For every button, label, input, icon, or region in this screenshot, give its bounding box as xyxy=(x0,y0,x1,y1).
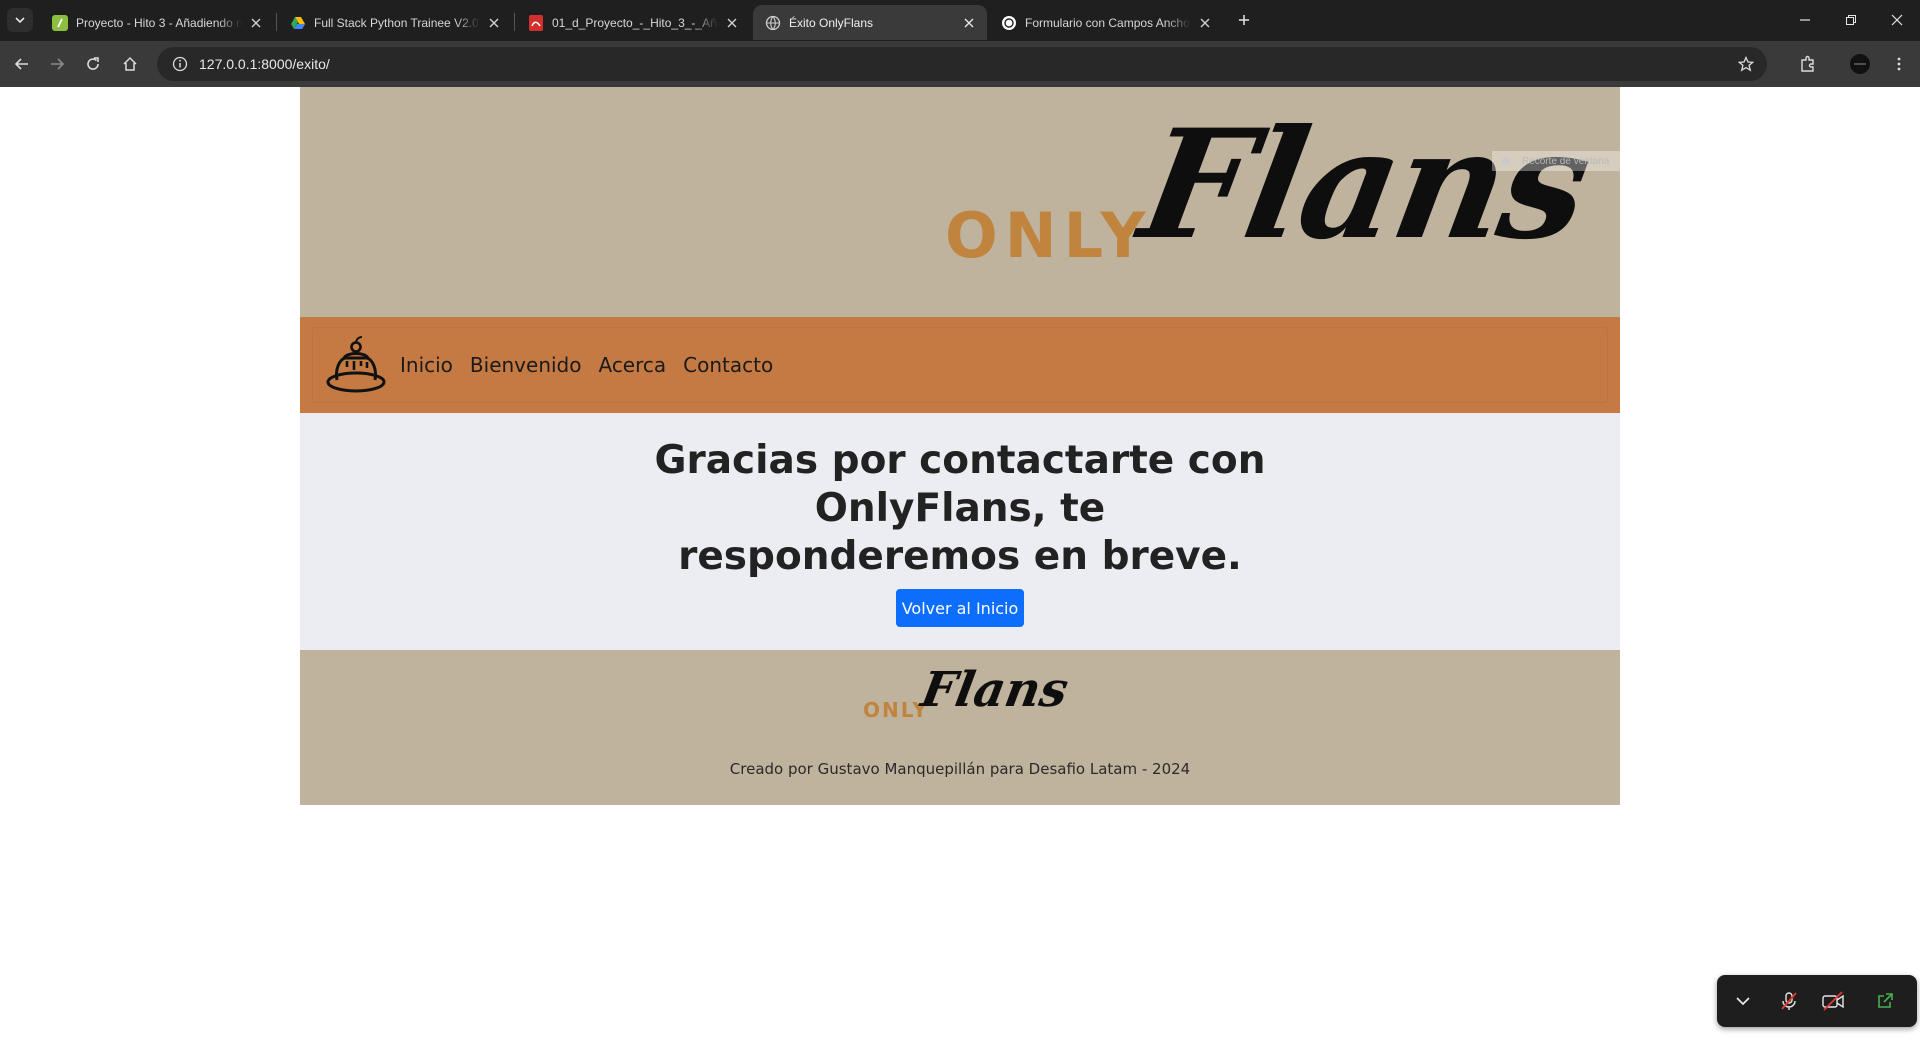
address-bar[interactable]: 127.0.0.1:8000/exito/ xyxy=(157,47,1767,81)
browser-toolbar: 127.0.0.1:8000/exito/ xyxy=(0,41,1920,87)
nav-link-acerca[interactable]: Acerca xyxy=(598,353,666,377)
tab-proyecto[interactable]: Proyecto - Hito 3 - Añadiendo m xyxy=(40,5,274,40)
tab-fullstack[interactable]: Full Stack Python Trainee V2.0 G xyxy=(278,5,512,40)
drive-icon xyxy=(290,15,306,31)
nav-link-bienvenido[interactable]: Bienvenido xyxy=(470,353,582,377)
site-info-icon[interactable] xyxy=(165,49,195,79)
minimize-icon xyxy=(1800,19,1810,21)
arrow-left-icon xyxy=(14,58,28,70)
tab-title: Full Stack Python Trainee V2.0 G xyxy=(314,15,480,30)
restore-button[interactable] xyxy=(1828,0,1874,40)
forward-button[interactable] xyxy=(44,51,70,77)
mute-mic-button[interactable] xyxy=(1775,987,1803,1015)
record-dot-icon xyxy=(1502,157,1510,165)
tab-separator xyxy=(276,13,277,31)
puzzle-icon xyxy=(1801,55,1814,72)
navbar: Inicio Bienvenido Acerca Contacto xyxy=(300,317,1620,413)
profile-avatar[interactable] xyxy=(1847,51,1873,77)
nav-links: Inicio Bienvenido Acerca Contacto xyxy=(400,353,790,377)
chatgpt-icon xyxy=(1001,15,1017,31)
close-icon[interactable] xyxy=(248,15,264,31)
flan-logo-icon[interactable] xyxy=(324,333,388,397)
main-content: Gracias por contactarte con OnlyFlans, t… xyxy=(300,413,1620,650)
nav-link-contacto[interactable]: Contacto xyxy=(683,353,773,377)
tab-exito-onlyflans[interactable]: Éxito OnlyFlans xyxy=(753,5,987,40)
call-controls-bar xyxy=(1717,975,1917,1027)
tab-strip: Proyecto - Hito 3 - Añadiendo m Full Sta… xyxy=(0,0,1920,41)
logo-flans-text: Flans xyxy=(1129,97,1600,273)
tab-title: Formulario con Campos Ancho xyxy=(1025,15,1190,30)
camera-off-button[interactable] xyxy=(1819,987,1847,1015)
camera-off-icon xyxy=(1822,991,1844,1011)
plus-icon xyxy=(1239,15,1249,25)
external-link-icon xyxy=(1878,993,1893,1008)
restore-icon xyxy=(1846,15,1856,25)
project-icon xyxy=(52,14,68,31)
browser-menu-button[interactable] xyxy=(1886,51,1912,77)
collapse-button[interactable] xyxy=(1729,987,1757,1015)
tab-separator xyxy=(514,13,515,31)
arrow-right-icon xyxy=(51,58,65,70)
logo-only-text: ONLY xyxy=(945,199,1153,272)
footer-credit: Creado por Gustavo Manquepillán para Des… xyxy=(729,760,1191,778)
extensions-button[interactable] xyxy=(1795,51,1821,77)
page-container: ONLY Flans Inicio Bienvenido Acerca Cont… xyxy=(300,87,1620,805)
success-message: Gracias por contactarte con OnlyFlans, t… xyxy=(654,438,1266,579)
back-button[interactable] xyxy=(9,51,35,77)
close-icon[interactable] xyxy=(961,15,977,31)
home-button[interactable] xyxy=(117,51,143,77)
window-snip-label: Recorte de ventana xyxy=(1522,155,1610,167)
home-icon xyxy=(123,56,137,71)
tab-search-button[interactable] xyxy=(7,8,33,32)
more-vertical-icon xyxy=(1897,57,1901,71)
globe-icon xyxy=(765,15,781,31)
close-window-button[interactable] xyxy=(1874,0,1920,40)
footer-logo-flans-text: Flans xyxy=(917,662,1073,718)
header-banner: ONLY Flans xyxy=(300,87,1620,317)
tab-pdf[interactable]: 01_d_Proyecto_-_Hito_3_-_Añadi xyxy=(516,5,750,40)
reload-icon xyxy=(87,57,99,70)
pdf-icon xyxy=(528,14,544,31)
chevron-down-icon xyxy=(15,17,25,24)
nav-link-inicio[interactable]: Inicio xyxy=(400,353,453,377)
close-icon[interactable] xyxy=(1197,15,1213,31)
new-tab-button[interactable] xyxy=(1233,9,1255,31)
close-icon[interactable] xyxy=(724,15,740,31)
minimize-button[interactable] xyxy=(1782,0,1828,40)
tab-title: Éxito OnlyFlans xyxy=(789,15,874,30)
window-snip-overlay: Recorte de ventana xyxy=(1492,151,1728,171)
close-icon xyxy=(1891,14,1903,26)
url-text: 127.0.0.1:8000/exito/ xyxy=(199,56,330,72)
bookmark-star-icon[interactable] xyxy=(1733,51,1759,77)
back-home-button[interactable]: Volver al Inicio xyxy=(896,589,1024,627)
open-external-button[interactable] xyxy=(1871,987,1899,1015)
navbar-inner: Inicio Bienvenido Acerca Contacto xyxy=(312,327,1608,403)
chevron-down-icon xyxy=(1736,997,1750,1006)
tab-title: Proyecto - Hito 3 - Añadiendo m xyxy=(76,15,242,30)
tab-title: 01_d_Proyecto_-_Hito_3_-_Añadi xyxy=(552,15,718,30)
reload-button[interactable] xyxy=(80,51,106,77)
mic-off-icon xyxy=(1781,992,1797,1010)
tab-formulario[interactable]: Formulario con Campos Ancho xyxy=(989,5,1223,40)
avatar-icon xyxy=(1850,54,1870,74)
close-icon[interactable] xyxy=(486,15,502,31)
footer: ONLY Flans Creado por Gustavo Manquepill… xyxy=(300,650,1620,805)
page-viewport: ONLY Flans Inicio Bienvenido Acerca Cont… xyxy=(0,87,1920,1040)
